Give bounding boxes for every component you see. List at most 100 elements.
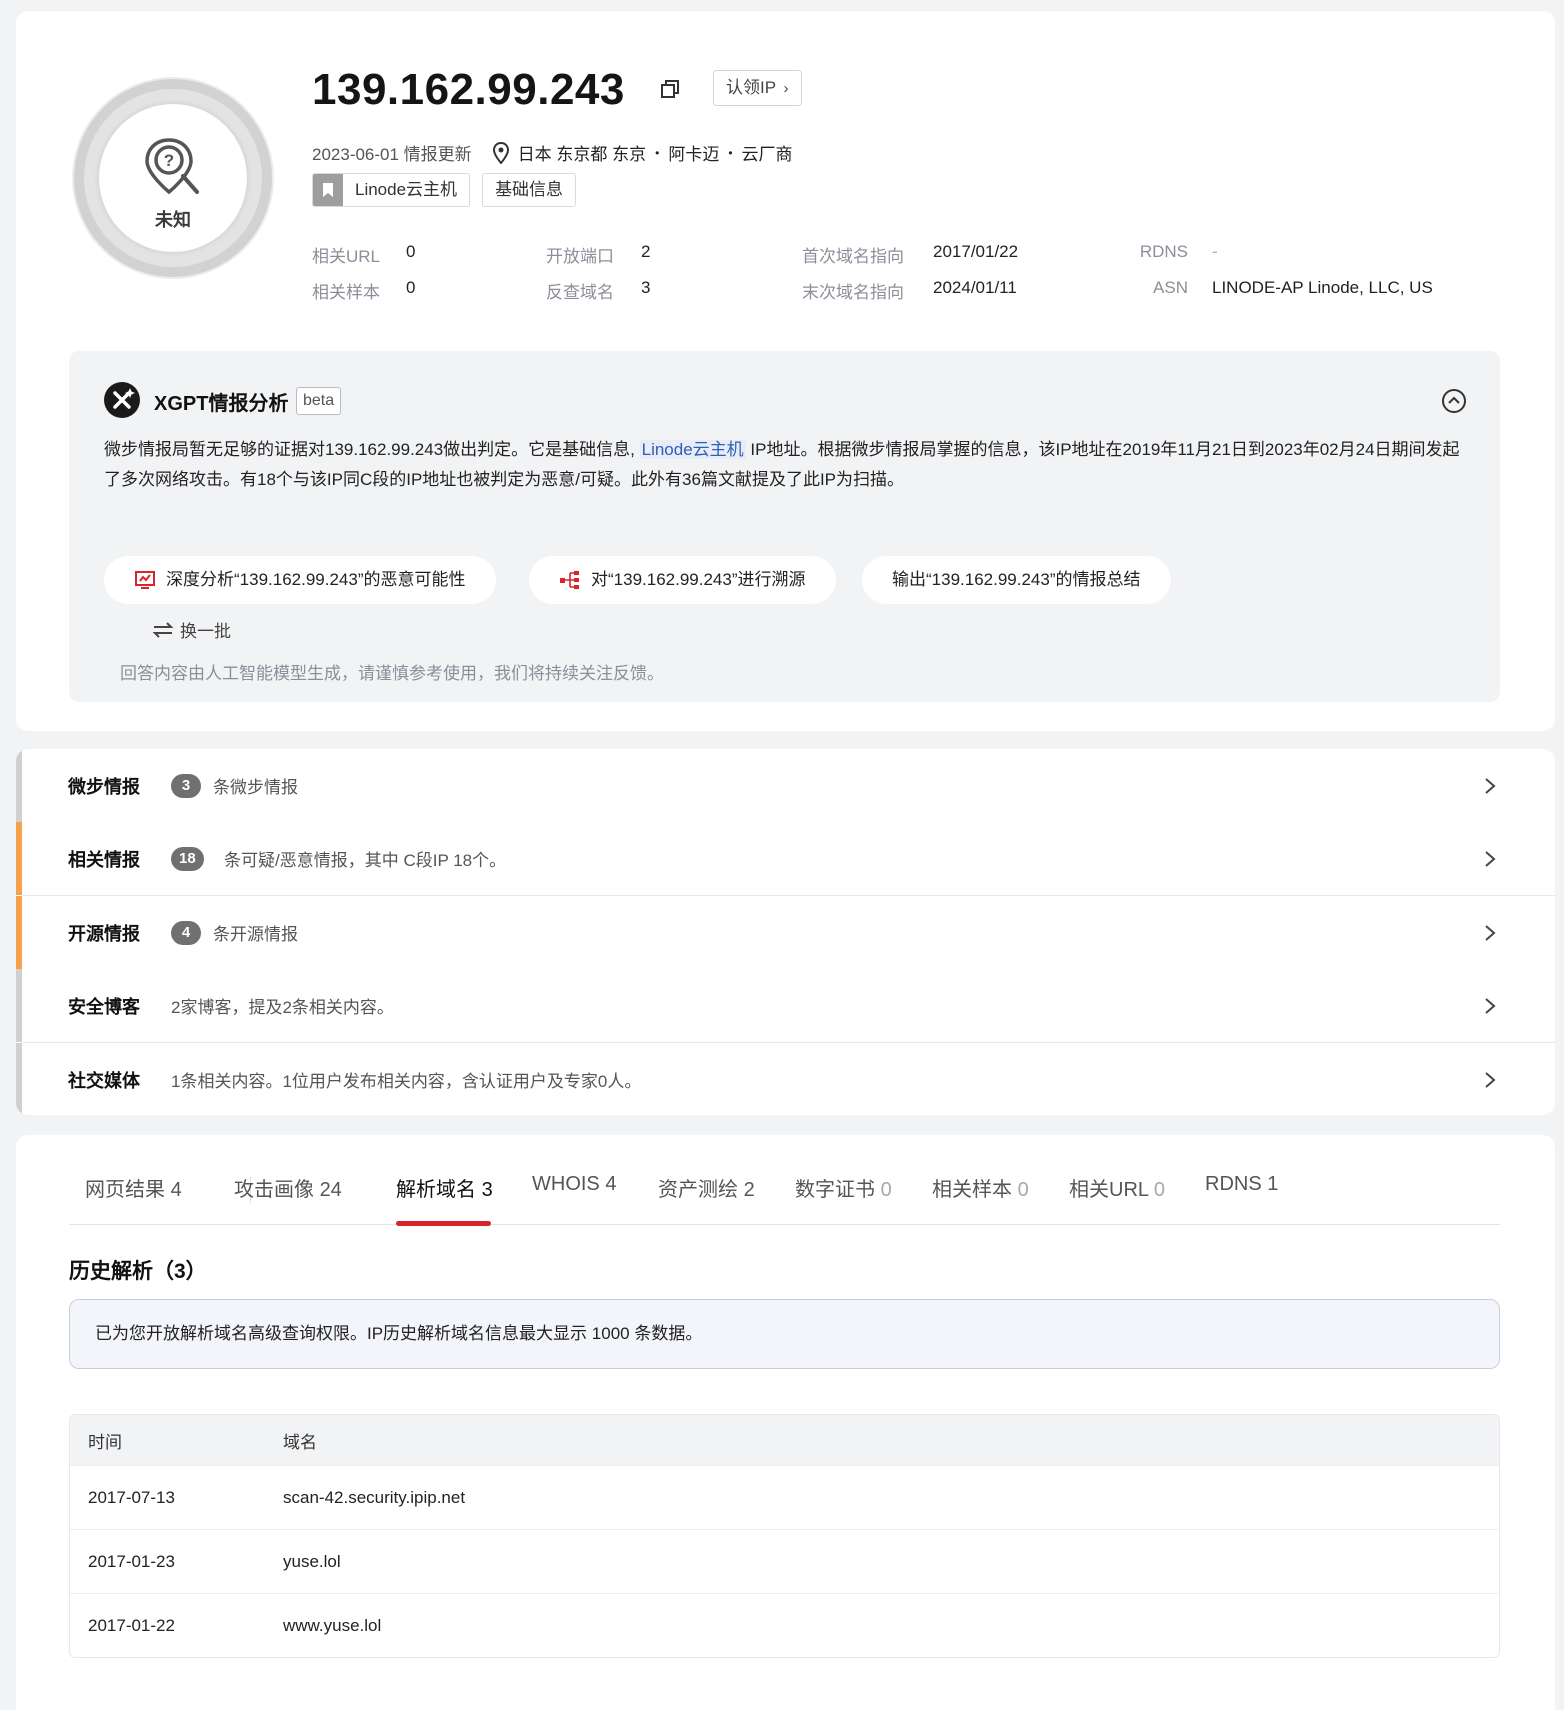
tab-count: 4: [605, 1173, 617, 1195]
verdict-badge: ? 未知: [74, 79, 272, 277]
tab-count: 3: [481, 1179, 493, 1201]
tab-label: 攻击画像: [234, 1179, 314, 1201]
tab-related-samples[interactable]: 相关样本 0: [932, 1173, 1029, 1202]
row-domain-link[interactable]: scan-42.security.ipip.net: [283, 1488, 1499, 1508]
stat-value: 3: [641, 278, 651, 297]
update-date: 2023-06-01 情报更新: [312, 145, 472, 164]
stat-related-url[interactable]: 相关URL 0: [312, 242, 415, 267]
chevron-right-icon: [1485, 997, 1496, 1014]
intel-count-badge: 4: [171, 920, 201, 945]
tab-resolved-domains[interactable]: 解析域名 3: [396, 1173, 493, 1202]
stat-label: RDNS: [1139, 242, 1188, 261]
tab-count: 1: [1267, 1173, 1279, 1195]
copy-icon[interactable]: [658, 77, 682, 101]
stat-label: 相关样本: [312, 283, 380, 302]
beta-badge: beta: [296, 387, 342, 415]
history-table: 时间 域名 2017-07-13 scan-42.security.ipip.n…: [69, 1414, 1500, 1658]
intel-desc: 条可疑/恶意情报，其中 C段IP 18个。: [224, 851, 507, 870]
intel-row-blogs[interactable]: 安全博客 2家博客，提及2条相关内容。: [16, 969, 1555, 1042]
tab-asset-mapping[interactable]: 资产测绘 2: [658, 1173, 755, 1202]
stat-label: 开放端口: [546, 247, 614, 266]
ip-type-text: 云厂商: [741, 145, 793, 164]
stat-value: 0: [406, 242, 416, 261]
intel-title: 相关情报: [68, 849, 140, 870]
column-header-domain: 域名: [283, 1432, 317, 1452]
chevron-right-icon: [1485, 924, 1496, 941]
prompt-chip-trace-source[interactable]: 对“139.162.99.243”进行溯源: [529, 556, 836, 604]
location-separator: •: [655, 145, 660, 160]
refresh-prompts-button[interactable]: 换一批: [152, 617, 231, 642]
intel-row-social[interactable]: 社交媒体 1条相关内容。1位用户发布相关内容，含认证用户及专家0人。: [16, 1043, 1555, 1115]
stat-value: -: [1212, 242, 1218, 261]
intel-title: 社交媒体: [68, 1070, 140, 1091]
chevron-right-icon: ›: [783, 80, 789, 97]
trace-tree-icon: [560, 571, 579, 589]
tab-related-urls[interactable]: 相关URL 0: [1069, 1173, 1165, 1202]
tab-label: WHOIS: [532, 1173, 600, 1195]
stat-first-domain: 首次域名指向 2017/01/22: [802, 242, 1018, 267]
tab-certificates[interactable]: 数字证书 0: [795, 1173, 892, 1202]
intel-status-bar: [16, 749, 22, 822]
row-time: 2017-01-23: [88, 1551, 175, 1571]
xgpt-logo-icon: [104, 382, 140, 418]
permission-notice: 已为您开放解析域名高级查询权限。IP历史解析域名信息最大显示 1000 条数据。: [69, 1299, 1500, 1369]
tag-list: Linode云主机 基础信息: [312, 173, 577, 207]
prompt-chip-intel-summary[interactable]: 输出“139.162.99.243”的情报总结: [862, 556, 1171, 604]
stats-grid: 相关URL 0 相关样本 0 开放端口 2 反查域名 3 首次域名指向 2017…: [312, 242, 1512, 322]
row-domain-link[interactable]: yuse.lol: [283, 1552, 1499, 1572]
intel-status-bar: [16, 1043, 22, 1115]
tab-count: 2: [743, 1179, 755, 1201]
intel-row-osint[interactable]: 开源情报 4 条开源情报: [16, 896, 1555, 969]
prompt-chip-malicious-analysis[interactable]: 深度分析“139.162.99.243”的恶意可能性: [104, 556, 496, 604]
tag-basic-info[interactable]: 基础信息: [482, 173, 577, 207]
stat-value: 2017/01/22: [933, 242, 1019, 261]
intel-row-related[interactable]: 相关情报 18 条可疑/恶意情报，其中 C段IP 18个。: [16, 822, 1555, 895]
tab-label: 相关样本: [932, 1179, 1012, 1201]
stat-label: 相关URL: [312, 247, 381, 266]
stat-value: 2: [641, 242, 651, 261]
column-header-time: 时间: [88, 1432, 122, 1452]
xgpt-analysis-panel: XGPT情报分析 beta 微步情报局暂无足够的证据对139.162.99.24…: [69, 351, 1500, 702]
stat-label: 首次域名指向: [802, 247, 904, 266]
tag-linode[interactable]: Linode云主机: [312, 173, 471, 207]
intel-desc: 2家博客，提及2条相关内容。: [171, 998, 394, 1017]
ai-disclaimer: 回答内容由人工智能模型生成，请谨慎参考使用，我们将持续关注反馈。: [120, 664, 664, 683]
table-header: 时间 域名: [70, 1415, 1499, 1465]
location-pin-icon: [492, 141, 509, 164]
tab-attack-profile[interactable]: 攻击画像 24: [234, 1173, 342, 1202]
stat-related-sample[interactable]: 相关样本 0: [312, 278, 415, 303]
stat-label: ASN: [1153, 278, 1188, 297]
chevron-right-icon: [1485, 850, 1496, 867]
detail-tabs: 网页结果 4 攻击画像 24 解析域名 3 WHOIS 4 资产测绘 2 数字证…: [69, 1135, 1500, 1226]
stat-reverse-domains[interactable]: 反查域名 3: [546, 278, 650, 303]
tab-rdns[interactable]: RDNS 1: [1205, 1173, 1278, 1196]
svg-text:?: ?: [164, 151, 174, 170]
active-tab-indicator: [396, 1221, 491, 1226]
swap-arrows-icon: [152, 621, 174, 638]
tab-label: 网页结果: [85, 1179, 165, 1201]
stat-label: 末次域名指向: [802, 283, 904, 302]
tab-web-results[interactable]: 网页结果 4: [85, 1173, 182, 1202]
collapse-icon[interactable]: [1441, 388, 1467, 414]
tab-label: 解析域名: [396, 1179, 476, 1201]
intel-desc: 条微步情报: [213, 778, 298, 797]
intel-status-bar: [16, 896, 22, 969]
claim-ip-button[interactable]: 认领IP ›: [713, 70, 802, 106]
stat-asn[interactable]: ASN LINODE-AP Linode, LLC, US: [1118, 278, 1433, 298]
stat-value: 0: [406, 278, 416, 297]
row-domain-link[interactable]: www.yuse.lol: [283, 1616, 1499, 1636]
location-separator: •: [728, 145, 733, 160]
tab-count: 4: [170, 1179, 182, 1201]
refresh-label: 换一批: [180, 622, 231, 641]
tab-whois[interactable]: WHOIS 4: [532, 1173, 616, 1196]
summary-highlight-link[interactable]: Linode云主机: [639, 440, 746, 459]
claim-ip-label: 认领IP: [726, 78, 776, 97]
intel-desc: 条开源情报: [213, 925, 298, 944]
analysis-chart-icon: [135, 571, 155, 589]
stat-open-ports[interactable]: 开放端口 2: [546, 242, 650, 267]
chevron-right-icon: [1485, 1071, 1496, 1088]
intel-desc: 1条相关内容。1位用户发布相关内容，含认证用户及专家0人。: [171, 1072, 642, 1091]
verdict-inner: ? 未知: [99, 104, 247, 252]
xgpt-title: XGPT情报分析: [154, 393, 289, 415]
intel-row-threatbook[interactable]: 微步情报 3 条微步情报: [16, 749, 1555, 822]
